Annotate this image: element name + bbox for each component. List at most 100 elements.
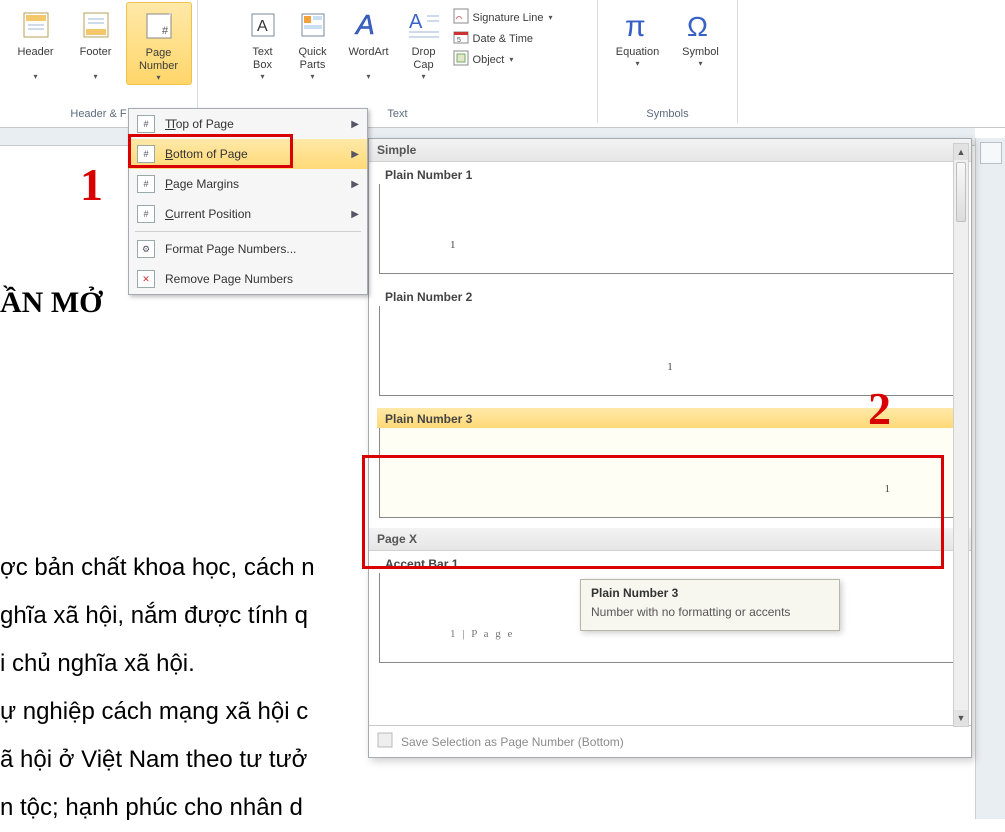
signature-icon [453, 8, 469, 27]
chevron-down-icon: ▾ [33, 72, 37, 81]
group-symbols: π Equation ▾ Ω Symbol ▾ Symbols [598, 0, 738, 123]
quick-parts-icon [296, 8, 330, 42]
scroll-up-icon[interactable]: ▲ [954, 144, 968, 160]
group-label-header-footer: Header & F [70, 106, 126, 123]
group-label-symbols: Symbols [646, 106, 688, 123]
page-top-icon: # [137, 115, 155, 133]
gallery-item-label: Accent Bar 1 [377, 553, 963, 573]
chevron-down-icon: ▾ [635, 59, 639, 68]
drop-cap-icon: A [407, 8, 441, 42]
chevron-down-icon: ▾ [261, 72, 265, 81]
footer-icon [79, 8, 113, 42]
gallery-foot-label: Save Selection as Page Number (Bottom) [401, 735, 624, 749]
doc-line: n tộc; hạnh phúc cho nhân d [0, 784, 315, 832]
svg-text:#: # [162, 25, 169, 37]
submenu-arrow-icon: ▶ [351, 209, 359, 220]
menu-label: Format Page Numbers... [165, 242, 359, 256]
menu-label: Current Position [165, 207, 351, 221]
drop-cap-button[interactable]: A Drop Cap ▾ [399, 2, 449, 83]
gallery-save-selection: Save Selection as Page Number (Bottom) [369, 725, 971, 757]
scroll-thumb[interactable] [956, 162, 966, 222]
chevron-down-icon: ▾ [548, 13, 552, 22]
tooltip-plain-number-3: Plain Number 3 Number with no formatting… [580, 579, 840, 631]
text-box-icon: A [246, 8, 280, 42]
group-header-footer: Header ▾ Footer ▾ # Page Number ▾ Heade [0, 0, 198, 123]
tooltip-title: Plain Number 3 [591, 586, 829, 600]
menu-label: Page Margins [165, 177, 351, 191]
gallery-category-simple: Simple [369, 139, 971, 162]
doc-line: ự nghiệp cách mạng xã hội c [0, 688, 315, 736]
page-number-button[interactable]: # Page Number ▾ [126, 2, 192, 85]
object-button[interactable]: Object▾ [453, 50, 553, 69]
svg-text:π: π [625, 10, 646, 42]
symbol-icon: Ω [684, 8, 718, 42]
header-icon [19, 8, 53, 42]
page-number-gallery: Simple Plain Number 1 1 Plain Number 2 1… [368, 138, 972, 758]
gallery-category-pagex: Page X [369, 528, 971, 551]
svg-text:5: 5 [457, 37, 461, 44]
signature-line-button[interactable]: Signature Line▾ [453, 8, 553, 27]
page-number-icon: # [142, 9, 176, 43]
chevron-down-icon: ▾ [698, 59, 702, 68]
tooltip-body: Number with no formatting or accents [591, 604, 829, 620]
page-margins-icon: # [137, 175, 155, 193]
group-label-text: Text [387, 106, 407, 123]
chevron-down-icon: ▾ [93, 72, 97, 81]
text-box-button[interactable]: A Text Box ▾ [239, 2, 287, 83]
annotation-number-1: 1 [80, 158, 103, 211]
svg-text:A: A [257, 18, 268, 35]
menu-remove-page-numbers[interactable]: ✕ Remove Page Numbers [129, 264, 367, 294]
date-time-button[interactable]: 5 Date & Time [453, 29, 553, 48]
doc-line: ợc bản chất khoa học, cách n [0, 544, 315, 592]
date-time-icon: 5 [453, 29, 469, 48]
current-position-icon: # [137, 205, 155, 223]
chevron-down-icon: ▾ [509, 55, 513, 64]
gallery-preview: 1 [379, 184, 961, 274]
task-pane-toggle[interactable] [980, 142, 1002, 164]
menu-current-position[interactable]: # Current Position ▶ [129, 199, 367, 229]
menu-label: Bottom of Page [165, 147, 351, 161]
gallery-item-plain-number-2[interactable]: Plain Number 2 1 [377, 286, 963, 396]
header-button[interactable]: Header ▾ [6, 2, 66, 83]
gallery-preview: 1 [379, 428, 961, 518]
gallery-item-label: Plain Number 1 [377, 164, 963, 184]
chevron-down-icon: ▾ [311, 72, 315, 81]
doc-line: ã hội ở Việt Nam theo tư tưở [0, 736, 315, 784]
save-selection-icon [377, 732, 393, 751]
menu-top-of-page[interactable]: # T . Top of Page ▶ [129, 109, 367, 139]
footer-button[interactable]: Footer ▾ [66, 2, 126, 83]
symbol-button[interactable]: Ω Symbol ▾ [671, 2, 731, 70]
format-numbers-icon: ⚙ [137, 240, 155, 258]
equation-icon: π [621, 8, 655, 42]
menu-page-margins[interactable]: # Page Margins ▶ [129, 169, 367, 199]
submenu-arrow-icon: ▶ [351, 119, 359, 130]
submenu-arrow-icon: ▶ [351, 149, 359, 160]
scroll-down-icon[interactable]: ▼ [954, 710, 968, 726]
wordart-icon: A [352, 8, 386, 42]
document-heading-fragment: ẦN MỞ [0, 286, 102, 320]
submenu-arrow-icon: ▶ [351, 179, 359, 190]
menu-bottom-of-page[interactable]: # Bottom of Page ▶ [129, 139, 367, 169]
menu-label: Remove Page Numbers [165, 272, 359, 286]
svg-text:A: A [354, 9, 375, 40]
svg-text:Ω: Ω [687, 11, 708, 42]
page-number-menu: # T . Top of Page ▶ # Bottom of Page ▶ #… [128, 108, 368, 295]
gallery-item-plain-number-1[interactable]: Plain Number 1 1 [377, 164, 963, 274]
doc-line: i chủ nghĩa xã hội. [0, 640, 315, 688]
doc-line: ghĩa xã hội, nắm được tính q [0, 592, 315, 640]
menu-format-page-numbers[interactable]: ⚙ Format Page Numbers... [129, 234, 367, 264]
quick-parts-button[interactable]: Quick Parts ▾ [287, 2, 339, 83]
equation-button[interactable]: π Equation ▾ [605, 2, 671, 70]
chevron-down-icon: ▾ [422, 72, 426, 81]
remove-numbers-icon: ✕ [137, 270, 155, 288]
group-text: A Text Box ▾ Quick Parts ▾ A WordArt ▾ [198, 0, 598, 123]
annotation-number-2: 2 [868, 382, 891, 435]
svg-text:A: A [409, 11, 423, 33]
page-bottom-icon: # [137, 145, 155, 163]
gallery-item-label: Plain Number 2 [377, 286, 963, 306]
object-icon [453, 50, 469, 69]
gallery-scrollbar[interactable]: ▲ ▼ [953, 143, 969, 727]
chevron-down-icon: ▾ [156, 73, 160, 82]
menu-label: Top of Page [176, 117, 352, 131]
wordart-button[interactable]: A WordArt ▾ [339, 2, 399, 83]
